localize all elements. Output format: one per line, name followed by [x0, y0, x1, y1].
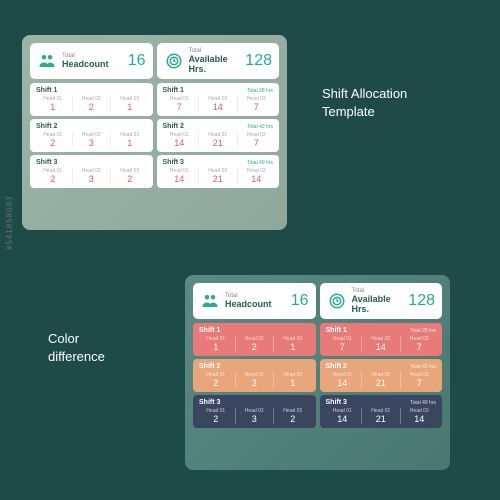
shift-row: Shift 3 Head 012 Head 023 Head 032: [193, 395, 316, 428]
hrs-value: 128: [408, 292, 435, 310]
headcount-value: 16: [128, 52, 146, 70]
col-right: Shift 1Total 28 hrs Head 017 Head 0214 H…: [157, 83, 280, 188]
people-icon: [200, 291, 220, 311]
panel-template: TotalHeadcount 16 TotalAvailable Hrs. 12…: [22, 35, 287, 230]
panel-colored: TotalHeadcount 16 TotalAvailable Hrs. 12…: [185, 275, 450, 470]
headcount-value: 16: [291, 292, 309, 310]
people-icon: [37, 51, 57, 71]
shift-row: Shift 1 Head 011 Head 022 Head 031: [193, 323, 316, 356]
title-color-difference: Colordifference: [48, 330, 105, 366]
shift-row: Shift 2Total 42 hrs Head 0114 Head 0221 …: [320, 359, 443, 392]
shift-row: Shift 1Total 28 hrs Head 017 Head 0214 H…: [320, 323, 443, 356]
shift-row: Shift 3Total 49 hrs Head 0114 Head 0221 …: [320, 395, 443, 428]
card-headcount: TotalHeadcount 16: [30, 43, 153, 79]
col-right: Shift 1Total 28 hrs Head 017 Head 0214 H…: [320, 323, 443, 428]
hrs-value: 128: [245, 52, 272, 70]
clock-icon: [327, 291, 347, 311]
title-shift-allocation: Shift AllocationTemplate: [322, 85, 407, 121]
card-headcount: TotalHeadcount 16: [193, 283, 316, 319]
col-left: Shift 1 Head 011 Head 022 Head 031 Shift…: [30, 83, 153, 188]
col-left: Shift 1 Head 011 Head 022 Head 031 Shift…: [193, 323, 316, 428]
shift-row: Shift 1 Head 011 Head 022 Head 031: [30, 83, 153, 116]
shift-row: Shift 2 Head 012 Head 023 Head 031: [193, 359, 316, 392]
card-available-hrs: TotalAvailable Hrs. 128: [320, 283, 443, 319]
clock-icon: [164, 51, 184, 71]
shift-row: Shift 2 Head 012 Head 023 Head 031: [30, 119, 153, 152]
shift-row: Shift 2Total 42 hrs Head 0114 Head 0221 …: [157, 119, 280, 152]
shift-row: Shift 1Total 28 hrs Head 017 Head 0214 H…: [157, 83, 280, 116]
shift-row: Shift 3Total 49 hrs Head 0114 Head 0221 …: [157, 155, 280, 188]
watermark: #541858083: [5, 196, 14, 251]
shift-row: Shift 3 Head 012 Head 023 Head 032: [30, 155, 153, 188]
card-available-hrs: TotalAvailable Hrs. 128: [157, 43, 280, 79]
